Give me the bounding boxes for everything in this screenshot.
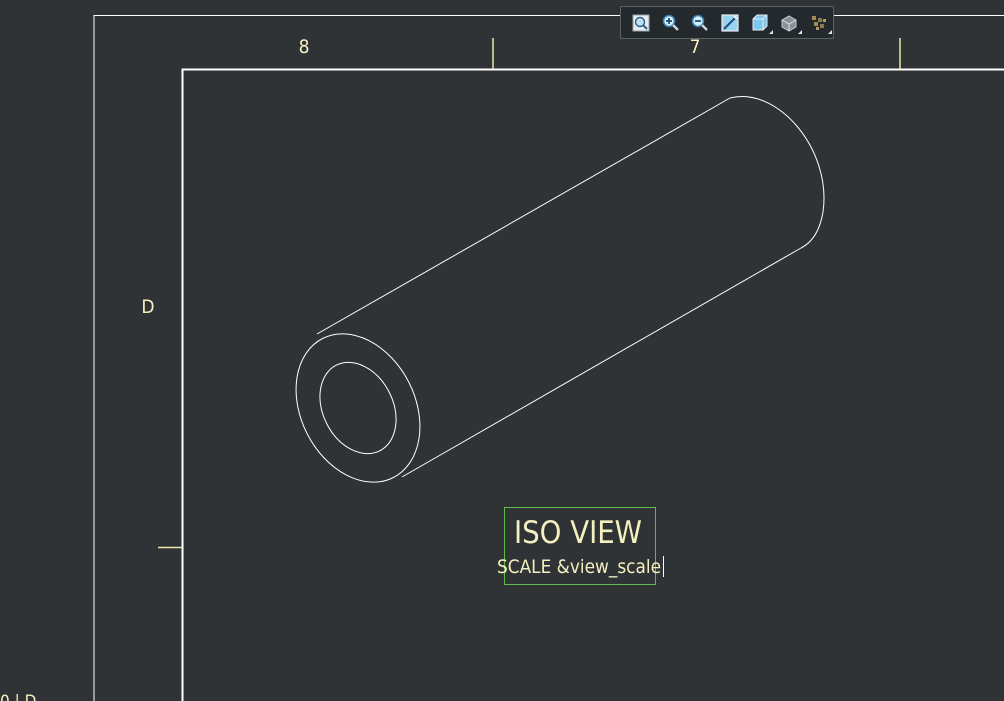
iso-cylinder-view[interactable] bbox=[272, 96, 825, 504]
zone-label-8: 8 bbox=[299, 36, 310, 58]
datum-display-button[interactable] bbox=[805, 10, 833, 36]
datum-display-icon bbox=[809, 13, 829, 33]
zoom-in-button[interactable] bbox=[657, 10, 685, 36]
zone-label-corner: 0 | D bbox=[0, 692, 36, 701]
zone-label-d: D bbox=[141, 296, 154, 318]
refit-button[interactable] bbox=[627, 10, 655, 36]
inner-border bbox=[181, 68, 1004, 701]
drawing-canvas[interactable]: 8 7 D 0 | D ISO VIEW SCALE &view_scale bbox=[0, 0, 1004, 701]
cylinder-front-outer-edge bbox=[295, 333, 421, 483]
flyout-indicator-icon bbox=[798, 29, 803, 34]
flyout-indicator-icon bbox=[768, 29, 773, 34]
zoom-out-button[interactable] bbox=[686, 10, 714, 36]
flyout-indicator-icon bbox=[828, 29, 833, 34]
view-note-title[interactable]: ISO VIEW bbox=[514, 515, 642, 551]
saved-orientations-button[interactable] bbox=[776, 10, 804, 36]
zone-label-7: 7 bbox=[690, 36, 701, 58]
graphics-toolbar bbox=[620, 6, 834, 39]
zoom-out-icon bbox=[690, 13, 710, 33]
outer-border bbox=[93, 15, 1004, 701]
cylinder-bottom-silhouette bbox=[401, 247, 802, 478]
zoom-in-icon bbox=[661, 13, 681, 33]
display-style-button[interactable] bbox=[746, 10, 774, 36]
cylinder-top-silhouette bbox=[316, 97, 731, 335]
refit-icon bbox=[631, 13, 651, 33]
cylinder-front-inner-bore bbox=[319, 361, 397, 455]
repaint-icon bbox=[720, 13, 740, 33]
saved-orientations-icon bbox=[779, 13, 799, 33]
repaint-button[interactable] bbox=[716, 10, 744, 36]
cylinder-back-edge bbox=[729, 96, 825, 249]
display-style-icon bbox=[750, 13, 770, 33]
view-note-scale[interactable]: SCALE &view_scale bbox=[497, 556, 661, 578]
